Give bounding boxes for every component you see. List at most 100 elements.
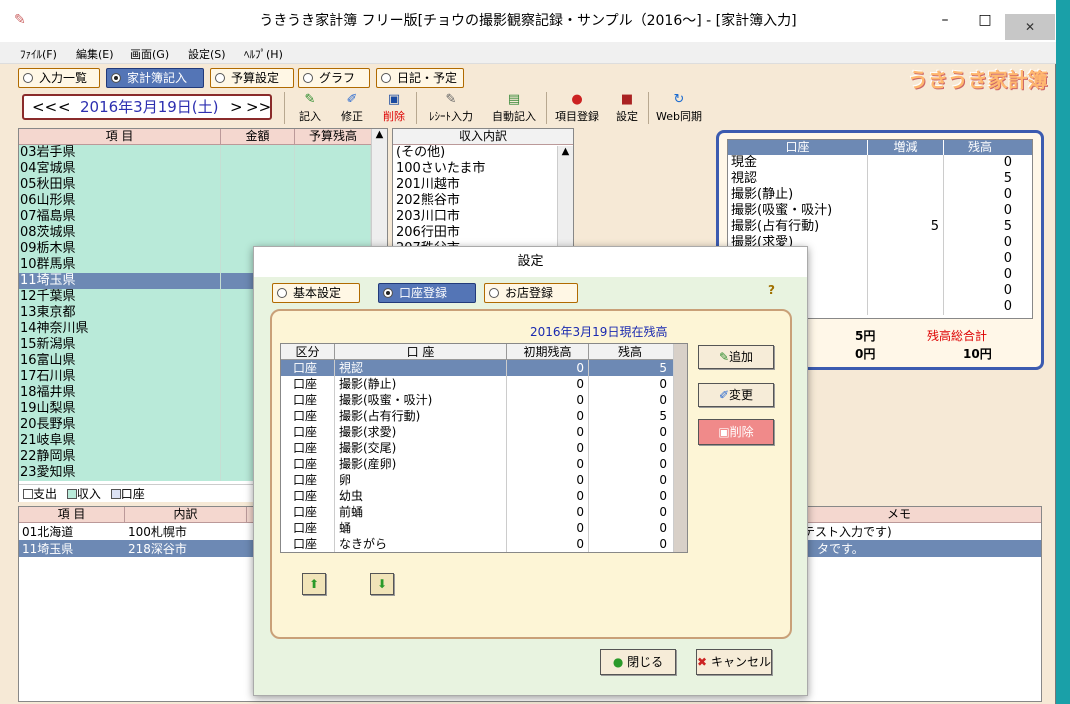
- register-row[interactable]: 口座 撮影(求愛) 0 0: [281, 424, 687, 440]
- toolbar-modify-button[interactable]: ✐ 修正: [338, 93, 366, 124]
- register-icon: ●: [571, 92, 583, 107]
- income-swatch: [66, 489, 77, 499]
- window-title: うきうき家計簿 フリー版[チョウの撮影観察記録・サンプル（2016～] - [家…: [259, 13, 797, 29]
- register-row[interactable]: 口座 なきがら 0 0: [281, 536, 687, 552]
- income-detail-row[interactable]: 203川口市: [393, 209, 573, 225]
- toolbar-receipt-button[interactable]: ✎ ﾚｼｰﾄ入力: [424, 92, 478, 124]
- arrow-up-icon: ⬆: [308, 577, 320, 591]
- toolbar-item-register-button[interactable]: ● 項目登録: [552, 92, 602, 124]
- toolbar-delete-button[interactable]: ▣ 削除: [380, 93, 408, 124]
- tab-graph[interactable]: グラフ: [298, 68, 370, 88]
- radio-icon: [303, 73, 313, 83]
- dialog-tab-basic[interactable]: 基本設定: [272, 283, 360, 303]
- minimize-button[interactable]: –: [925, 6, 965, 34]
- income-detail-row[interactable]: 206行田市: [393, 225, 573, 241]
- cancel-button[interactable]: ✖ キャンセル: [696, 649, 772, 675]
- register-row[interactable]: 口座 幼虫 0 0: [281, 488, 687, 504]
- register-row[interactable]: 口座 撮影(吸蜜・吸汁) 0 0: [281, 392, 687, 408]
- balance-date-caption: 2016年3月19日現在残高: [530, 325, 668, 339]
- radio-icon: [23, 73, 33, 83]
- income-detail-row[interactable]: 201川越市: [393, 177, 573, 193]
- account-row[interactable]: 撮影(静止) 0: [728, 187, 1032, 203]
- category-row[interactable]: 06山形県: [19, 193, 387, 209]
- account-row[interactable]: 撮影(占有行動) 5 5: [728, 219, 1032, 235]
- account-swatch: [110, 489, 121, 499]
- expense-swatch: [23, 489, 33, 499]
- scroll-up-icon: ▲: [375, 129, 384, 140]
- tab-budget[interactable]: 予算設定: [210, 68, 294, 88]
- toolbar-separator: [546, 92, 547, 124]
- income-detail-list: 収入内訳 (その他) 100さいたま市 201川越市 202熊谷市 203川口市 206行…: [392, 128, 574, 272]
- register-row[interactable]: 口座 撮影(産卵) 0 0: [281, 456, 687, 472]
- tab-input-list[interactable]: 入力一覧: [18, 68, 100, 88]
- register-scrollbar[interactable]: [673, 344, 687, 552]
- header-amount: 金額: [221, 129, 295, 144]
- auto-icon: ▤: [507, 92, 521, 107]
- receipt-icon: ✎: [445, 92, 457, 107]
- move-up-button[interactable]: ⬆: [302, 573, 326, 595]
- account-row[interactable]: 撮影(吸蜜・吸汁) 0: [728, 203, 1032, 219]
- register-row[interactable]: 口座 視認 0 5: [281, 360, 687, 376]
- next-day-button[interactable]: >: [230, 96, 243, 118]
- register-row[interactable]: 口座 撮影(占有行動) 0 5: [281, 408, 687, 424]
- toolbar-settings-button[interactable]: ■ 設定: [612, 92, 642, 124]
- income-detail-row[interactable]: 202熊谷市: [393, 193, 573, 209]
- category-row[interactable]: 07福島県: [19, 209, 387, 225]
- cancel-icon: ✖: [697, 655, 708, 669]
- next-month-button[interactable]: >>: [246, 96, 271, 118]
- prev-month-button[interactable]: <<: [32, 96, 57, 118]
- account-row[interactable]: 視認 5: [728, 171, 1032, 187]
- category-row[interactable]: 04宮城県: [19, 161, 387, 177]
- help-icon[interactable]: ?: [768, 283, 775, 297]
- tab-diary[interactable]: 日記・予定: [376, 68, 464, 88]
- prev-day-button[interactable]: <: [58, 96, 71, 118]
- change-account-button[interactable]: ✐変更: [698, 383, 774, 407]
- settings-dialog: 設定 基本設定 口座登録 お店登録 ? 2016年3月19日現在残高 区分 口 …: [253, 246, 808, 696]
- menu-edit[interactable]: 編集(E): [76, 46, 114, 62]
- toolbar-auto-entry-button[interactable]: ▤ 自動記入: [488, 92, 540, 124]
- accounts-frame: 2016年3月19日現在残高 区分 口 座 初期残高 残高 口座 視認 0 5 口座 撮影…: [270, 309, 792, 639]
- sync-icon: ↻: [673, 92, 685, 107]
- register-row[interactable]: 口座卵 0 0: [281, 472, 687, 488]
- toolbar-web-sync-button[interactable]: ↻ Web同期: [656, 92, 702, 124]
- header-budget: 予算残高: [308, 129, 357, 143]
- pencil-icon: ✎: [304, 92, 316, 107]
- register-row[interactable]: 口座 撮影(静止) 0 0: [281, 376, 687, 392]
- pencil-icon: ✎: [718, 350, 730, 364]
- toolbar-separator: [648, 92, 649, 124]
- total-balance: 10円: [963, 347, 992, 361]
- ok-icon: ●: [612, 655, 624, 669]
- tab-kakeibo-entry[interactable]: 家計簿記入: [106, 68, 204, 88]
- category-row[interactable]: 08茨城県: [19, 225, 387, 241]
- settings-icon: ■: [620, 92, 634, 107]
- income-scrollbar[interactable]: ▲: [557, 146, 573, 246]
- register-row[interactable]: 口座蛹 0 0: [281, 520, 687, 536]
- category-row[interactable]: 05秋田県: [19, 177, 387, 193]
- income-detail-row[interactable]: 100さいたま市: [393, 161, 573, 177]
- total-label: 残高総合計: [927, 329, 988, 343]
- dialog-tab-accounts[interactable]: 口座登録: [378, 283, 476, 303]
- category-grid-header: 項 目 金額 予算残高: [19, 129, 387, 145]
- account-register-table: 区分 口 座 初期残高 残高 口座 視認 0 5 口座 撮影(静止) 0 0 口座 撮影(吸蜜・吸…: [280, 343, 688, 553]
- add-account-button[interactable]: ✎追加: [698, 345, 774, 369]
- close-dialog-button[interactable]: ● 閉じる: [600, 649, 676, 675]
- menu-file[interactable]: ﾌｧｲﾙ(F): [20, 46, 57, 62]
- menu-settings[interactable]: 設定(S): [188, 46, 226, 62]
- move-down-button[interactable]: ⬇: [370, 573, 394, 595]
- maximize-button[interactable]: □: [965, 6, 1005, 34]
- radio-selected-icon: [383, 288, 393, 298]
- category-row[interactable]: 03岩手県: [19, 145, 387, 161]
- delete-account-button[interactable]: ▣削除: [698, 419, 774, 445]
- close-window-button[interactable]: ✕: [1005, 14, 1055, 40]
- register-row[interactable]: 口座 撮影(交尾) 0 0: [281, 440, 687, 456]
- account-row[interactable]: 現金 0: [728, 155, 1032, 171]
- menu-view[interactable]: 画面(G): [130, 46, 169, 62]
- dialog-title: 設定: [254, 247, 807, 277]
- current-date[interactable]: 2016年3月19日(土): [80, 96, 219, 118]
- menu-help[interactable]: ﾍﾙﾌﾟ(H): [244, 46, 283, 62]
- radio-icon: [489, 288, 499, 298]
- income-detail-row[interactable]: (その他): [393, 145, 573, 161]
- toolbar-entry-button[interactable]: ✎ 記入: [296, 92, 324, 124]
- register-row[interactable]: 口座 前蛹 0 0: [281, 504, 687, 520]
- dialog-tab-shops[interactable]: お店登録: [484, 283, 578, 303]
